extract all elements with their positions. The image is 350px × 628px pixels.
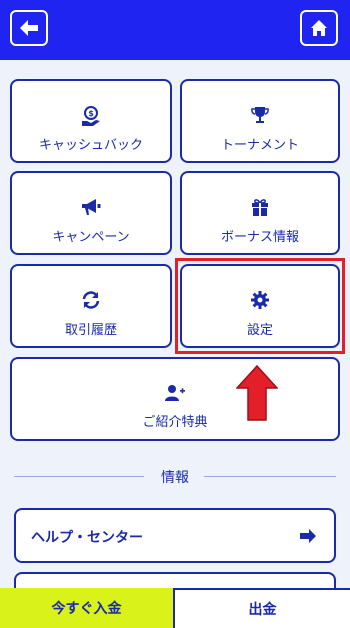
section-divider	[204, 476, 336, 477]
menu-tile-label: 取引履歴	[64, 323, 117, 338]
menu-tile-label: キャンペーン	[52, 230, 130, 245]
red-arrow-indicator	[236, 365, 278, 421]
menu-tile-label: ボーナス情報	[220, 230, 299, 245]
menu-tile-label: ご紹介特典	[142, 415, 208, 430]
add-user-icon	[165, 385, 185, 401]
menu-tile-bonus[interactable]: ボーナス情報	[180, 171, 340, 255]
deposit-button[interactable]: 今すぐ入金	[0, 588, 175, 628]
menu-tile-history[interactable]: 取引履歴	[10, 264, 172, 348]
home-button[interactable]	[300, 10, 338, 46]
menu-tile-cashback[interactable]: $ キャッシュバック	[10, 79, 172, 163]
menu-tile-label: キャッシュバック	[38, 138, 143, 153]
back-button[interactable]	[10, 10, 48, 46]
help-center-button[interactable]: ヘルプ・センター	[14, 508, 336, 563]
svg-text:$: $	[88, 109, 94, 118]
bottom-action-bar: 今すぐ入金 出金	[0, 588, 350, 628]
refresh-icon	[82, 291, 100, 309]
help-center-label: ヘルプ・センター	[31, 530, 143, 546]
arrow-right-icon	[300, 529, 316, 543]
settings-highlight-box	[175, 258, 345, 354]
gift-icon	[252, 199, 268, 216]
section-divider	[14, 476, 144, 477]
cashback-icon: $	[82, 106, 100, 126]
section-title: 情報	[161, 470, 189, 486]
arrow-left-icon	[20, 20, 38, 36]
megaphone-icon	[82, 199, 101, 215]
menu-tile-label: トーナメント	[220, 138, 299, 153]
top-header	[0, 0, 350, 60]
home-icon	[311, 20, 327, 36]
trophy-icon	[251, 107, 269, 123]
menu-tile-referral[interactable]: ご紹介特典	[10, 357, 340, 441]
withdraw-button[interactable]: 出金	[175, 588, 350, 628]
menu-tile-campaign[interactable]: キャンペーン	[10, 171, 172, 255]
menu-tile-tournament[interactable]: トーナメント	[180, 79, 340, 163]
